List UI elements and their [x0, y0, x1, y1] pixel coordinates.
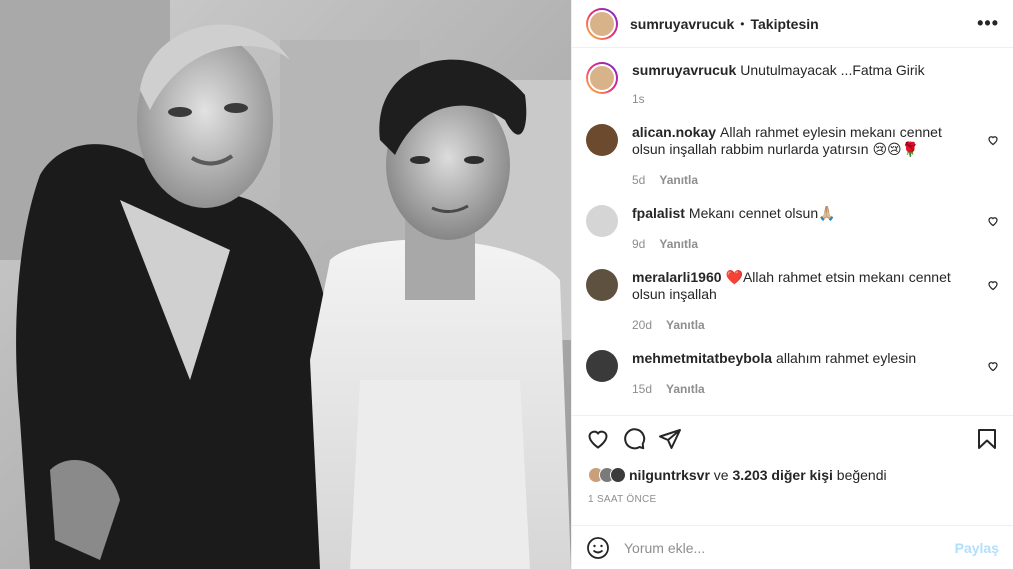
caption-age[interactable]: 1s — [632, 91, 645, 108]
comment-username[interactable]: alican.nokay — [632, 124, 716, 140]
commenter-avatar[interactable] — [586, 124, 618, 156]
comment-item: fpalalist Mekanı cennet olsun🙏🏼 9d Yanıtla — [586, 205, 999, 253]
post-header: sumruyavrucuk • Takiptesin ••• — [572, 0, 1013, 48]
first-liker-username[interactable]: nilguntrksvr — [629, 467, 710, 483]
follow-status-button[interactable]: Takiptesin — [750, 16, 818, 32]
other-likes-link[interactable]: 3.203 diğer kişi — [732, 467, 832, 483]
author-avatar[interactable] — [586, 7, 618, 40]
comment-age[interactable]: 5d — [632, 172, 645, 189]
author-username[interactable]: sumruyavrucuk — [630, 16, 734, 32]
liker-avatars[interactable] — [588, 467, 626, 483]
post-comment-button[interactable]: Paylaş — [955, 540, 999, 556]
comment-text: allahım rahmet eylesin — [776, 350, 917, 366]
reply-button[interactable]: Yanıtla — [666, 381, 705, 398]
comment-username[interactable]: fpalalist — [632, 205, 685, 221]
post-timestamp[interactable]: 1 SAAT ÖNCE — [572, 489, 1013, 511]
likes-connector: ve — [713, 467, 729, 483]
reply-button[interactable]: Yanıtla — [659, 236, 698, 253]
commenter-avatar[interactable] — [586, 350, 618, 382]
caption-avatar[interactable] — [586, 62, 618, 94]
likes-suffix: beğendi — [836, 467, 887, 483]
caption-username[interactable]: sumruyavrucuk — [632, 62, 736, 78]
send-icon[interactable] — [658, 427, 682, 451]
post-actions-bar — [572, 415, 1013, 461]
commenter-avatar[interactable] — [586, 205, 618, 237]
comment-item: alican.nokay Allah rahmet eylesin mekanı … — [586, 124, 999, 189]
comment-input[interactable] — [624, 539, 955, 556]
more-options-icon[interactable]: ••• — [977, 13, 999, 34]
comment-age[interactable]: 20d — [632, 317, 652, 334]
photo-image — [0, 0, 571, 569]
comment-username[interactable]: meralarli1960 — [632, 269, 722, 285]
post-modal: sumruyavrucuk • Takiptesin ••• sumruyavr… — [0, 0, 1013, 569]
like-comment-icon[interactable] — [987, 360, 999, 372]
comment-item: mehmetmitatbeybola allahım rahmet eylesin… — [586, 350, 999, 398]
caption: sumruyavrucuk Unutulmayacak ...Fatma Giri… — [586, 62, 999, 108]
comment-text: Mekanı cennet olsun🙏🏼 — [688, 205, 836, 221]
heart-icon[interactable] — [586, 427, 610, 451]
header-separator: • — [740, 16, 745, 31]
reply-button[interactable]: Yanıtla — [659, 172, 698, 189]
bookmark-icon[interactable] — [975, 427, 999, 451]
comment-age[interactable]: 15d — [632, 381, 652, 398]
comment-age[interactable]: 9d — [632, 236, 645, 253]
commenter-avatar[interactable] — [586, 269, 618, 301]
post-photo[interactable] — [0, 0, 571, 569]
post-details-panel: sumruyavrucuk • Takiptesin ••• sumruyavr… — [571, 0, 1013, 569]
reply-button[interactable]: Yanıtla — [666, 317, 705, 334]
add-comment-bar: Paylaş — [572, 525, 1013, 569]
caption-text: Unutulmayacak ...Fatma Girik — [740, 62, 925, 78]
comment-item: meralarli1960 ❤️Allah rahmet etsin mekanı… — [586, 269, 999, 334]
comment-icon[interactable] — [622, 427, 646, 451]
liker-avatar — [610, 467, 626, 483]
like-comment-icon[interactable] — [987, 134, 999, 146]
comments-list: sumruyavrucuk Unutulmayacak ...Fatma Giri… — [572, 48, 1013, 415]
comment-username[interactable]: mehmetmitatbeybola — [632, 350, 772, 366]
like-comment-icon[interactable] — [987, 279, 999, 291]
emoji-icon[interactable] — [586, 536, 610, 560]
likes-summary: nilguntrksvr ve 3.203 diğer kişi beğendi — [572, 461, 1013, 489]
like-comment-icon[interactable] — [987, 215, 999, 227]
